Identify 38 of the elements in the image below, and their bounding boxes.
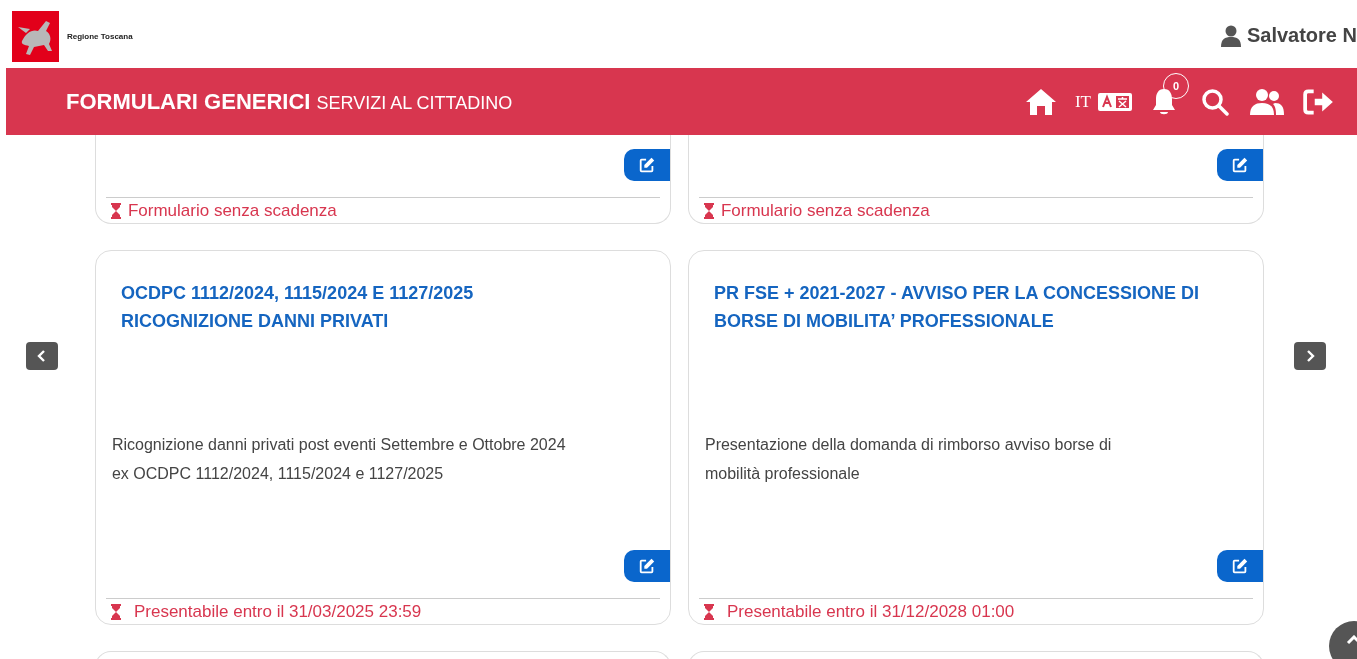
chevron-left-icon: [37, 349, 48, 363]
edit-button[interactable]: [1216, 550, 1263, 582]
search-icon[interactable]: [1199, 87, 1231, 116]
edit-icon: [1230, 156, 1249, 174]
home-icon[interactable]: [1024, 87, 1057, 116]
user-name: Salvatore N: [1246, 24, 1357, 47]
hourglass-icon: [109, 202, 122, 219]
next-button[interactable]: [1294, 342, 1327, 370]
hourglass-icon: [702, 603, 715, 620]
edit-icon: [1230, 557, 1249, 575]
card-title[interactable]: OCDPC 1112/2024, 1115/2024 E 1127/2025 RICOGNIZIONE DANNI PRIVATI: [95, 279, 670, 335]
edit-icon: [637, 557, 656, 575]
logo-icon[interactable]: [12, 11, 59, 62]
deadline-text: Formulario senza scadenza: [720, 200, 930, 221]
hourglass-icon: [109, 603, 122, 620]
user-icon: [1220, 24, 1241, 47]
card-description: Presentazione della domanda di rimborso avviso borse di mobilità professionale: [703, 435, 1113, 484]
app-title: FORMULARI GENERICI: [66, 88, 311, 114]
language-code: IT: [1074, 91, 1091, 112]
translate-icon: [1097, 91, 1133, 112]
app-subtitle: SERVIZI AL CITTADINO: [316, 92, 513, 113]
deadline-text: Formulario senza scadenza: [127, 200, 337, 221]
card-title[interactable]: PR FSE + 2021-2027 - AVVISO PER LA CONCESSIONE DI BORSE DI MOBILITA’ PROFESSIONALE: [688, 279, 1263, 335]
edit-icon: [637, 156, 656, 174]
chevron-right-icon: [1305, 349, 1316, 363]
logout-icon[interactable]: [1303, 87, 1335, 116]
language-selector[interactable]: IT: [1074, 91, 1133, 112]
deadline-text: Presentabile entro il 31/03/2025 23:59: [133, 601, 422, 622]
users-icon[interactable]: [1249, 87, 1285, 116]
user-menu[interactable]: Salvatore N: [1220, 24, 1357, 47]
hourglass-icon: [702, 202, 715, 219]
edit-button[interactable]: [1216, 149, 1263, 181]
edit-button[interactable]: [623, 149, 670, 181]
edit-button[interactable]: [623, 550, 670, 582]
card-description: Ricognizione danni privati post eventi Settembre e Ottobre 2024 ex OCDPC 1112/2024, 1115/2024 e 1127/2025: [110, 435, 567, 484]
logo-text: Regione Toscana: [67, 32, 133, 41]
previous-button[interactable]: [26, 342, 59, 370]
deadline-text: Presentabile entro il 31/12/2028 01:00: [726, 601, 1015, 622]
